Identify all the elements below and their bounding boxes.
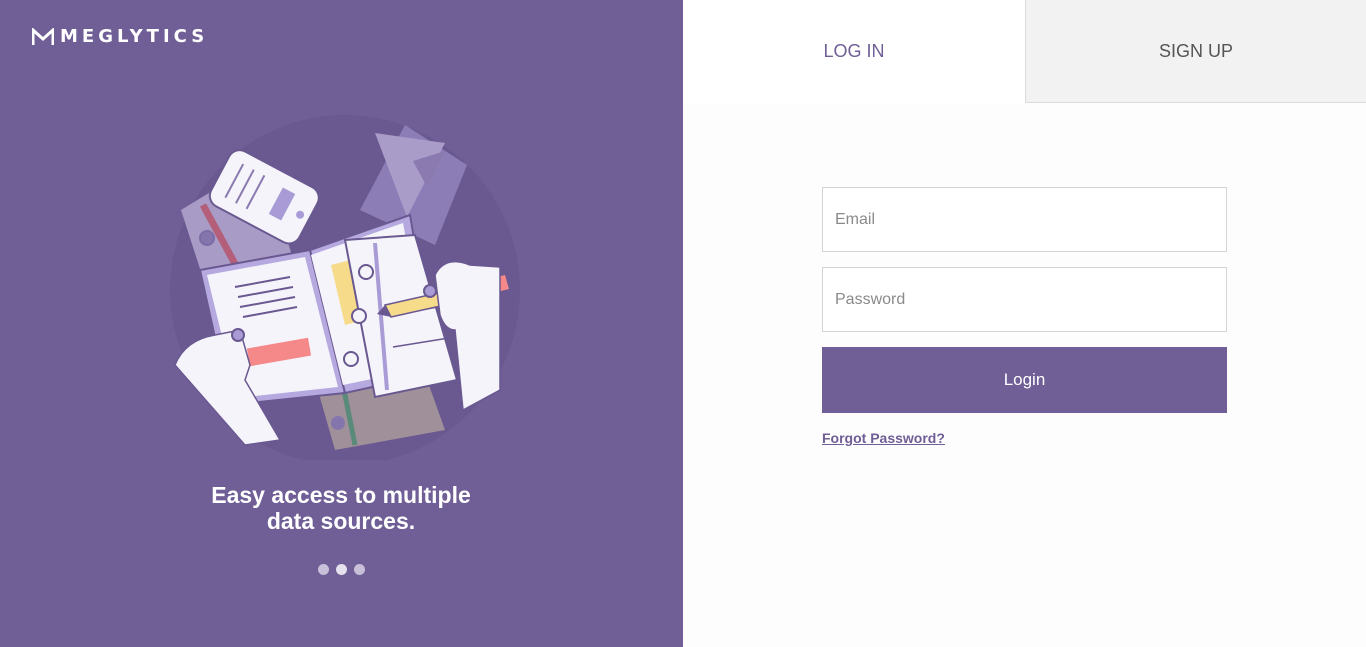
brand-logo[interactable]: MEGLYTICS <box>32 26 208 47</box>
carousel-dot-1[interactable] <box>318 564 329 575</box>
login-button[interactable]: Login <box>822 347 1227 413</box>
brand-name: MEGLYTICS <box>60 26 209 47</box>
workspace-illustration <box>170 115 520 460</box>
auth-panel: LOG IN SIGN UP Login Forgot Password? <box>683 0 1366 647</box>
hero-panel: MEGLYTICS Easy access to multiple data s… <box>0 0 683 647</box>
password-field[interactable] <box>822 267 1227 332</box>
tab-login[interactable]: LOG IN <box>683 0 1025 103</box>
tagline-line-1: Easy access to multiple <box>211 482 471 508</box>
carousel-dots <box>318 564 365 575</box>
hero-tagline: Easy access to multiple data sources. <box>140 482 542 534</box>
email-field[interactable] <box>822 187 1227 252</box>
tab-signup[interactable]: SIGN UP <box>1025 0 1366 103</box>
carousel-dot-2[interactable] <box>336 564 347 575</box>
tagline-line-2: data sources. <box>266 508 416 534</box>
m-logo-icon <box>32 27 54 45</box>
forgot-password-link[interactable]: Forgot Password? <box>822 430 945 446</box>
carousel-dot-3[interactable] <box>354 564 365 575</box>
